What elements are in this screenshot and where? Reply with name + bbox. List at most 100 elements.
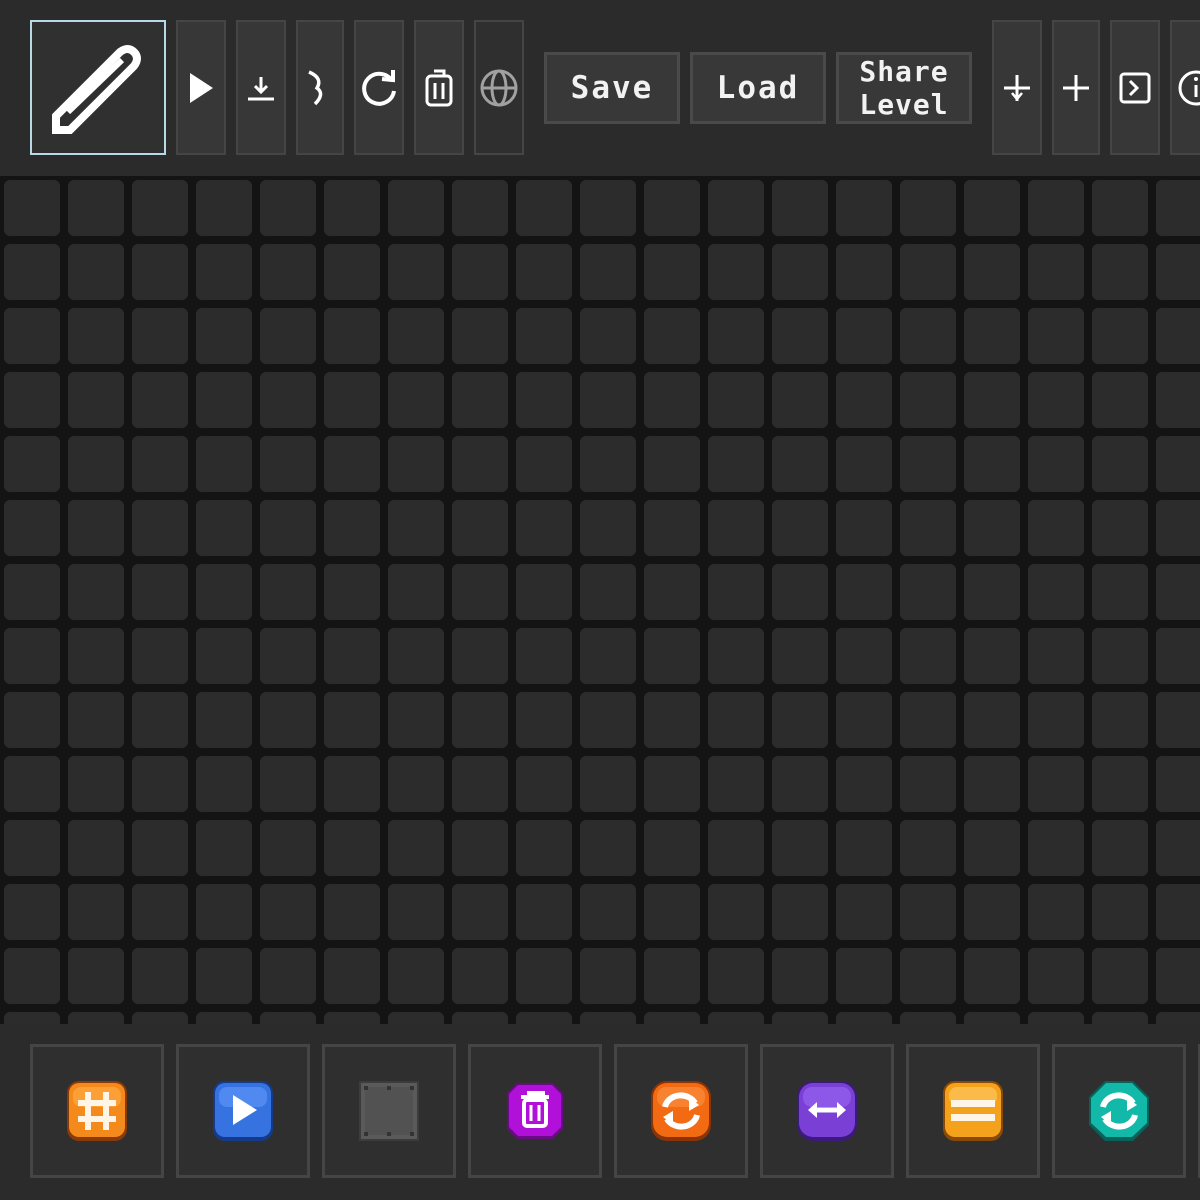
grid-cell[interactable] <box>4 756 60 812</box>
grid-cell[interactable] <box>1028 884 1084 940</box>
info-button[interactable] <box>1170 20 1200 155</box>
grid-cell[interactable] <box>644 1012 700 1024</box>
grid-cell[interactable] <box>964 564 1020 620</box>
grid-cell[interactable] <box>516 884 572 940</box>
palette-play-block[interactable] <box>176 1044 310 1178</box>
grid-cell[interactable] <box>260 692 316 748</box>
grid-cell[interactable] <box>836 948 892 1004</box>
grid-cell[interactable] <box>260 308 316 364</box>
grid-cell[interactable] <box>644 372 700 428</box>
grid-cell[interactable] <box>772 308 828 364</box>
grid-cell[interactable] <box>580 1012 636 1024</box>
share-level-button[interactable]: Share Level <box>836 52 972 124</box>
grid-cell[interactable] <box>644 244 700 300</box>
grid-cell[interactable] <box>708 500 764 556</box>
grid-cell[interactable] <box>1156 1012 1200 1024</box>
grid-cell[interactable] <box>900 564 956 620</box>
grid-cell[interactable] <box>132 756 188 812</box>
palette-swap-block[interactable] <box>760 1044 894 1178</box>
grid-cell[interactable] <box>1092 180 1148 236</box>
palette-lines-block[interactable] <box>906 1044 1040 1178</box>
grid-cell[interactable] <box>900 692 956 748</box>
grid-cell[interactable] <box>644 180 700 236</box>
grid-cell[interactable] <box>836 244 892 300</box>
grid-cell[interactable] <box>452 564 508 620</box>
grid-cell[interactable] <box>4 628 60 684</box>
grid-cell[interactable] <box>1092 564 1148 620</box>
grid-cell[interactable] <box>580 244 636 300</box>
palette-cycle-block[interactable] <box>1052 1044 1186 1178</box>
grid-cell[interactable] <box>1092 884 1148 940</box>
grid-cell[interactable] <box>1028 180 1084 236</box>
grid-cell[interactable] <box>516 500 572 556</box>
grid-cell[interactable] <box>772 564 828 620</box>
grid-cell[interactable] <box>772 500 828 556</box>
grid-cell[interactable] <box>324 436 380 492</box>
grid-cell[interactable] <box>4 244 60 300</box>
grid-cell[interactable] <box>1028 1012 1084 1024</box>
save-button[interactable]: Save <box>544 52 680 124</box>
grid-cell[interactable] <box>260 244 316 300</box>
grid-cell[interactable] <box>516 436 572 492</box>
grid-cell[interactable] <box>1156 948 1200 1004</box>
grid-cell[interactable] <box>516 244 572 300</box>
grid-cell[interactable] <box>324 500 380 556</box>
grid-cell[interactable] <box>900 884 956 940</box>
grid-cell[interactable] <box>1156 244 1200 300</box>
grid-cell[interactable] <box>580 180 636 236</box>
palette-delete-block[interactable] <box>468 1044 602 1178</box>
pencil-tool[interactable] <box>30 20 166 155</box>
grid-cell[interactable] <box>132 436 188 492</box>
grid-cell[interactable] <box>900 500 956 556</box>
grid-cell[interactable] <box>132 500 188 556</box>
grid-cell[interactable] <box>964 692 1020 748</box>
grid-cell[interactable] <box>1156 820 1200 876</box>
grid-cell[interactable] <box>4 884 60 940</box>
grid-cell[interactable] <box>1028 244 1084 300</box>
grid-cell[interactable] <box>452 692 508 748</box>
grid-cell[interactable] <box>196 436 252 492</box>
grid-cell[interactable] <box>580 500 636 556</box>
grid-cell[interactable] <box>1092 1012 1148 1024</box>
grid-cell[interactable] <box>388 820 444 876</box>
grid-cell[interactable] <box>900 1012 956 1024</box>
grid-cell[interactable] <box>708 884 764 940</box>
grid-cell[interactable] <box>708 180 764 236</box>
grid-cell[interactable] <box>196 244 252 300</box>
grid-cell[interactable] <box>388 948 444 1004</box>
grid-cell[interactable] <box>452 948 508 1004</box>
grid-cell[interactable] <box>1156 692 1200 748</box>
reset-button[interactable] <box>354 20 404 155</box>
grid-cell[interactable] <box>516 820 572 876</box>
grid-cell[interactable] <box>836 756 892 812</box>
grid-cell[interactable] <box>132 180 188 236</box>
grid-cell[interactable] <box>580 564 636 620</box>
grid-cell[interactable] <box>260 948 316 1004</box>
grid-cell[interactable] <box>132 628 188 684</box>
grid-cell[interactable] <box>388 244 444 300</box>
grid-cell[interactable] <box>708 244 764 300</box>
grid-cell[interactable] <box>964 372 1020 428</box>
grid-cell[interactable] <box>324 820 380 876</box>
grid-cell[interactable] <box>964 756 1020 812</box>
grid-cell[interactable] <box>900 820 956 876</box>
grid-cell[interactable] <box>964 244 1020 300</box>
grid-cell[interactable] <box>580 628 636 684</box>
grid-cell[interactable] <box>388 564 444 620</box>
grid-cell[interactable] <box>4 500 60 556</box>
grid-cell[interactable] <box>836 820 892 876</box>
grid-cell[interactable] <box>708 308 764 364</box>
grid-cell[interactable] <box>452 244 508 300</box>
grid-cell[interactable] <box>1156 500 1200 556</box>
grid-cell[interactable] <box>772 372 828 428</box>
grid-cell[interactable] <box>452 372 508 428</box>
grid-cell[interactable] <box>836 884 892 940</box>
grid-cell[interactable] <box>388 500 444 556</box>
grid-cell[interactable] <box>4 1012 60 1024</box>
grid-cell[interactable] <box>260 564 316 620</box>
grid-cell[interactable] <box>772 1012 828 1024</box>
grid-cell[interactable] <box>196 756 252 812</box>
grid-cell[interactable] <box>836 1012 892 1024</box>
grid-cell[interactable] <box>1092 692 1148 748</box>
grid-cell[interactable] <box>516 372 572 428</box>
